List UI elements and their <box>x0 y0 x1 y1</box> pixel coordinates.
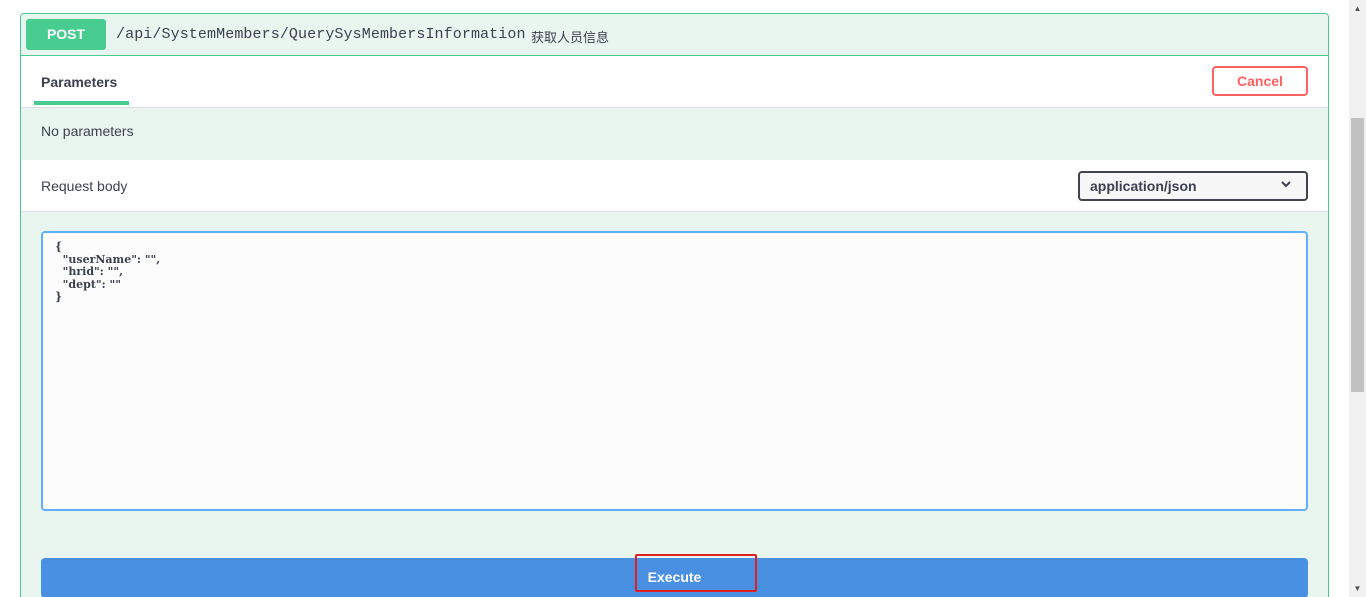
scrollbar-thumb[interactable] <box>1351 118 1364 392</box>
operation-block: POST /api/SystemMembers/QuerySysMembersI… <box>20 13 1329 597</box>
tab-parameters[interactable]: Parameters <box>41 74 117 90</box>
chevron-down-icon <box>1281 181 1291 188</box>
request-body-editor[interactable] <box>41 231 1308 511</box>
scroll-down-arrow-icon[interactable]: ▼ <box>1349 580 1366 597</box>
content-type-value: application/json <box>1090 178 1197 194</box>
scroll-up-arrow-icon[interactable]: ▲ <box>1349 0 1366 17</box>
highlight-box <box>635 554 757 592</box>
operation-description: 获取人员信息 <box>531 30 610 45</box>
cancel-button[interactable]: Cancel <box>1212 66 1308 96</box>
no-parameters-text: No parameters <box>41 123 134 139</box>
request-body-title: Request body <box>41 178 128 194</box>
request-body-header: Request body application/json <box>21 160 1328 212</box>
operation-path: /api/SystemMembers/QuerySysMembersInform… <box>116 26 526 43</box>
parameters-tab-header: Parameters Cancel <box>21 56 1328 108</box>
content-type-select[interactable]: application/json <box>1078 171 1308 201</box>
execute-button[interactable]: Execute <box>41 554 1308 597</box>
method-badge: POST <box>26 19 106 50</box>
tab-active-indicator <box>34 101 129 105</box>
page-scrollbar[interactable]: ▲ ▼ <box>1349 0 1366 597</box>
operation-summary[interactable]: POST /api/SystemMembers/QuerySysMembersI… <box>21 14 1328 56</box>
